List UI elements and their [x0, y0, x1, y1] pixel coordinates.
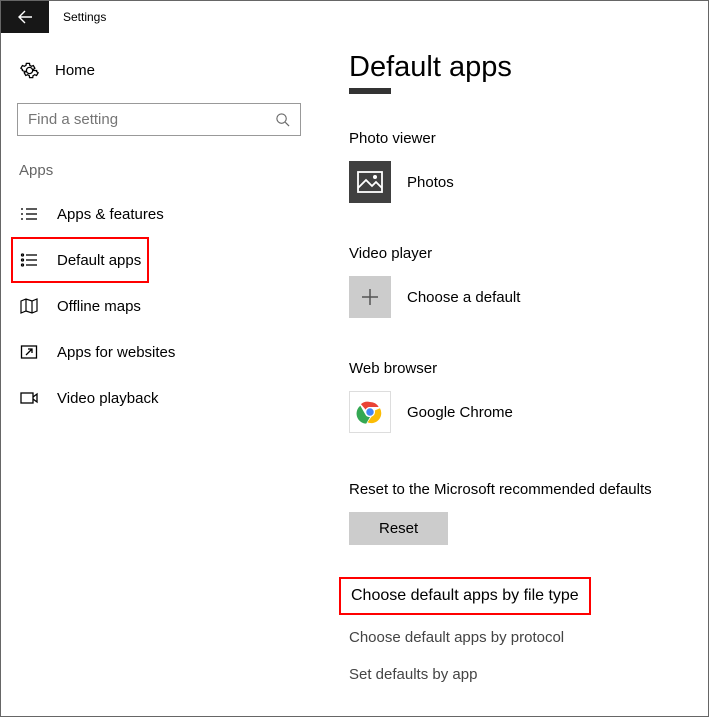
video-icon — [19, 388, 39, 408]
app-label: Google Chrome — [407, 404, 513, 421]
titlebar: Settings — [1, 1, 708, 33]
main-content: Default apps Photo viewer Photos Video p… — [317, 33, 708, 716]
link-by-app[interactable]: Set defaults by app — [349, 656, 688, 693]
defaults-icon — [19, 250, 39, 270]
sidebar-item-label: Apps for websites — [57, 344, 175, 361]
sidebar-item-label: Default apps — [57, 252, 141, 269]
open-icon — [19, 342, 39, 362]
gear-icon — [19, 61, 39, 80]
sidebar-item-apps-websites[interactable]: Apps for websites — [17, 329, 301, 375]
sidebar-item-label: Video playback — [57, 390, 158, 407]
app-label: Choose a default — [407, 289, 520, 306]
section-video-player: Video player — [349, 245, 688, 262]
plus-icon — [349, 276, 391, 318]
sidebar-item-label: Offline maps — [57, 298, 141, 315]
section-photo-viewer: Photo viewer — [349, 130, 688, 147]
sidebar-item-label: Apps & features — [57, 206, 164, 223]
search-box[interactable] — [17, 103, 301, 136]
link-label: Choose default apps by file type — [339, 577, 591, 615]
sidebar-category: Apps — [17, 162, 301, 179]
sidebar-item-default-apps[interactable]: Default apps — [11, 237, 149, 283]
window-title: Settings — [63, 10, 106, 24]
link-protocol[interactable]: Choose default apps by protocol — [349, 619, 688, 656]
photos-app-icon — [349, 161, 391, 203]
sidebar-item-apps-features[interactable]: Apps & features — [17, 191, 301, 237]
link-label: Choose default apps by protocol — [349, 629, 564, 646]
arrow-left-icon — [16, 8, 34, 26]
sidebar-item-offline-maps[interactable]: Offline maps — [17, 283, 301, 329]
back-button[interactable] — [1, 1, 49, 33]
app-row-video-player[interactable]: Choose a default — [349, 276, 688, 318]
sidebar: Home Apps Apps & features Default apps — [1, 33, 317, 716]
chrome-app-icon — [349, 391, 391, 433]
app-row-web-browser[interactable]: Google Chrome — [349, 391, 688, 433]
progress-indicator — [349, 88, 391, 94]
search-icon — [275, 112, 290, 127]
sidebar-item-video-playback[interactable]: Video playback — [17, 375, 301, 421]
page-title: Default apps — [349, 51, 688, 84]
reset-description: Reset to the Microsoft recommended defau… — [349, 481, 688, 498]
app-label: Photos — [407, 174, 454, 191]
sidebar-home[interactable]: Home — [17, 47, 301, 93]
section-web-browser: Web browser — [349, 360, 688, 377]
sidebar-home-label: Home — [55, 62, 95, 79]
search-input[interactable] — [28, 111, 275, 128]
link-file-type[interactable]: Choose default apps by file type — [349, 577, 688, 619]
link-label: Set defaults by app — [349, 666, 477, 683]
app-row-photo-viewer[interactable]: Photos — [349, 161, 688, 203]
list-icon — [19, 204, 39, 224]
map-icon — [19, 296, 39, 316]
reset-button[interactable]: Reset — [349, 512, 448, 545]
